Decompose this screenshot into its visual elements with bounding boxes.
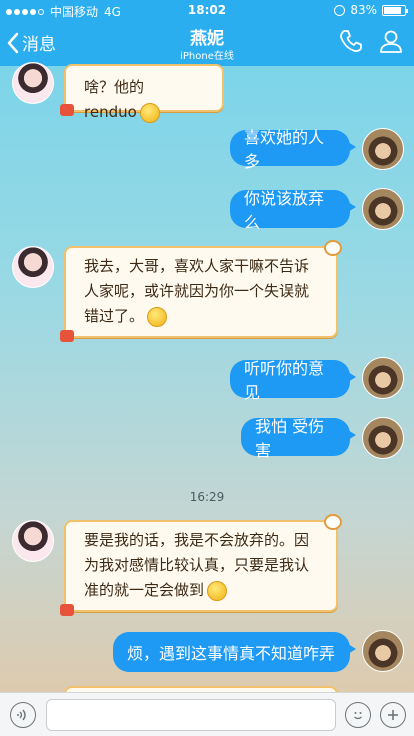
status-bar: 中国移动 4G 18:02 83% — [0, 0, 414, 20]
message-bubble[interactable]: 我去，大哥，喜欢人家干嘛不告诉人家呢，或许就因为你一个失误就错过了。 — [60, 240, 342, 342]
message-bubble[interactable]: 听听你的意见 — [230, 359, 356, 402]
message-bubble[interactable]: 你说该放弃么 — [230, 189, 356, 232]
message-bubble[interactable]: 我怕 受伤害 — [241, 417, 356, 460]
message-timestamp: 16:29 — [189, 490, 225, 504]
message-text: 烦，遇到这事情真不知道咋弄 — [127, 644, 336, 663]
my-avatar[interactable] — [362, 188, 404, 230]
message-text: 喜欢她的人多 — [244, 128, 325, 171]
input-bar — [0, 692, 414, 736]
contact-avatar[interactable] — [12, 246, 54, 288]
my-avatar[interactable] — [362, 357, 404, 399]
profile-button[interactable] — [378, 28, 404, 54]
message-bubble[interactable]: 啥？他的renduo — [60, 64, 224, 123]
voice-icon — [17, 709, 26, 721]
message-bubble[interactable]: 烦，遇到这事情真不知道咋弄 — [113, 632, 356, 672]
phone-icon — [340, 30, 362, 52]
smiley-emoji-icon — [207, 580, 228, 601]
profile-icon — [380, 30, 402, 53]
lock-rotation-icon — [334, 4, 346, 16]
contact-avatar[interactable] — [12, 62, 54, 104]
my-avatar[interactable] — [362, 630, 404, 672]
message-text: 你说该放弃么 — [244, 189, 325, 232]
lamb-sticker-icon — [324, 514, 342, 530]
emoji-button[interactable] — [345, 702, 371, 728]
my-avatar[interactable] — [362, 128, 404, 170]
message-text: 我怕 受伤害 — [255, 417, 325, 460]
message-text: 我去，大哥，喜欢人家干嘛不告诉人家呢，或许就因为你一个失误就错过了。 — [84, 257, 310, 325]
message-text: 要是我的话，我是不会放弃的。因为我对感情比较认真，只要是我认准的就一定会做到 — [84, 531, 310, 599]
battery-percent: 83% — [350, 3, 377, 17]
message-text: 听听你的意见 — [244, 359, 325, 402]
message-bubble[interactable]: 要是我的话，我是不会放弃的。因为我对感情比较认真，只要是我认准的就一定会做到 — [60, 514, 342, 616]
my-avatar[interactable] — [362, 417, 404, 459]
emoji-icon — [354, 712, 362, 720]
heart-sticker-icon — [60, 604, 74, 616]
plus-icon — [388, 710, 398, 720]
smiley-emoji-icon — [139, 102, 160, 123]
heart-sticker-icon — [60, 104, 74, 116]
message-bubble[interactable]: 喜欢她的人多 — [230, 128, 356, 171]
battery-fill — [384, 6, 401, 14]
message-text: 啥？他的renduo — [84, 78, 145, 121]
lamb-sticker-icon — [324, 240, 342, 256]
contact-avatar[interactable] — [12, 520, 54, 562]
heart-sticker-icon — [60, 330, 74, 342]
smiley-emoji-icon — [147, 306, 168, 327]
voice-button[interactable] — [10, 702, 36, 728]
battery-info: 83% — [334, 3, 408, 17]
top-bar: 中国移动 4G 18:02 83% 消息 燕妮 iPhone在线 — [0, 0, 414, 66]
message-input[interactable] — [46, 699, 336, 731]
battery-icon — [382, 4, 408, 16]
more-button[interactable] — [380, 702, 406, 728]
call-button[interactable] — [338, 28, 364, 54]
